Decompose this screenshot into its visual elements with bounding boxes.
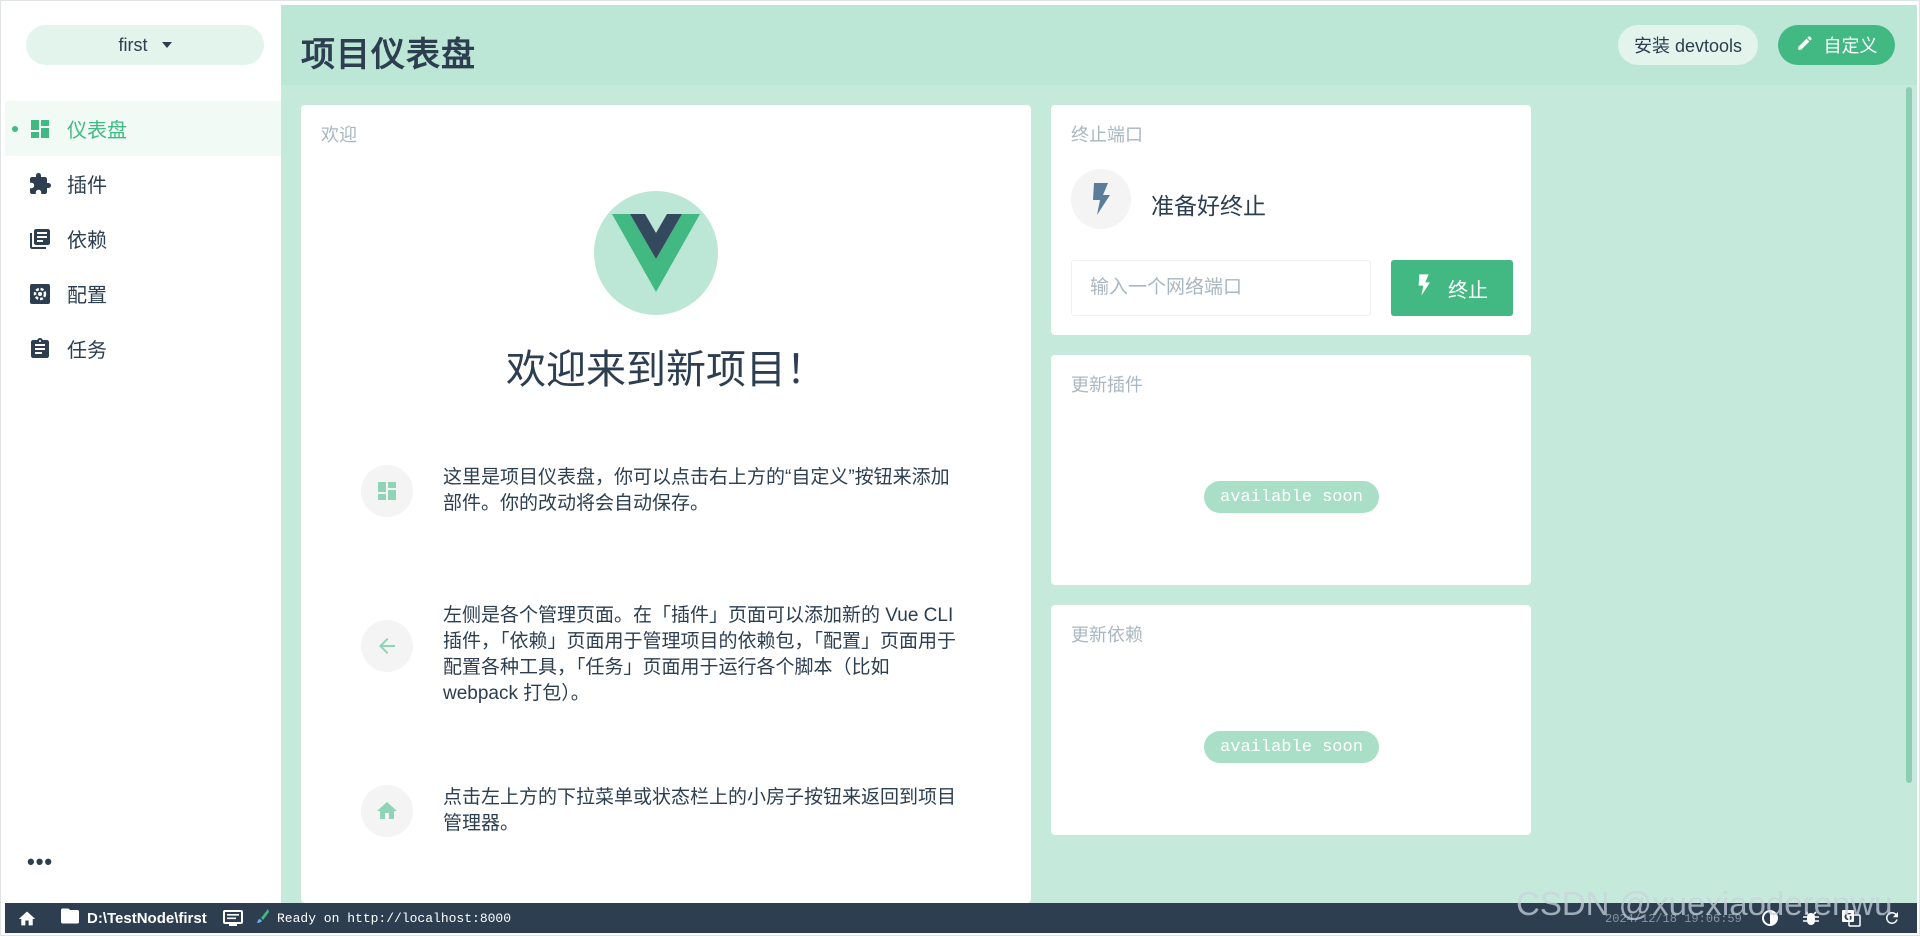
kill-button-label: 终止 (1448, 279, 1488, 302)
vue-logo (594, 191, 718, 315)
home-icon (361, 785, 413, 837)
scrollbar[interactable] (1906, 87, 1912, 783)
sidebar-item-label: 依赖 (67, 230, 107, 252)
available-soon-badge: available soon (1204, 481, 1379, 513)
kill-button[interactable]: 终止 (1391, 260, 1513, 316)
customize-button[interactable]: 自定义 (1778, 25, 1895, 65)
available-soon-badge: available soon (1204, 731, 1379, 763)
install-devtools-button[interactable]: 安装 devtools (1618, 25, 1758, 65)
active-indicator (12, 126, 18, 132)
settings-box-icon (27, 281, 53, 307)
more-menu-button[interactable]: ••• (27, 851, 53, 873)
puzzle-icon (27, 171, 53, 197)
sidebar-item-label: 插件 (67, 175, 107, 197)
project-name: first (118, 34, 148, 55)
console-icon[interactable] (223, 910, 243, 931)
flash-icon (1071, 169, 1131, 229)
folder-path: D:\TestNode\first (87, 909, 207, 927)
dashboard-icon (27, 116, 53, 142)
home-icon[interactable] (17, 909, 37, 932)
sidebar-nav: 仪表盘 插件 依赖 配置 任务 (5, 101, 281, 376)
sidebar-item-label: 任务 (67, 340, 107, 362)
sidebar-item-configuration[interactable]: 配置 (5, 266, 281, 321)
tip-item: 点击左上方的下拉菜单或状态栏上的小房子按钮来返回到项目管理器。 (361, 785, 961, 837)
kill-port-status: 准备好终止 (1151, 193, 1266, 219)
page-title: 项目仪表盘 (301, 36, 476, 74)
widget-title: 更新插件 (1071, 375, 1143, 395)
tip-item: 左侧是各个管理页面。在「插件」页面可以添加新的 Vue CLI 插件，「依赖」页… (361, 603, 961, 707)
sidebar-item-tasks[interactable]: 任务 (5, 321, 281, 376)
port-input[interactable] (1071, 260, 1371, 316)
brush-icon (257, 909, 269, 927)
server-status-text: Ready on http://localhost:8000 (277, 910, 512, 926)
customize-label: 自定义 (1823, 36, 1878, 56)
sidebar-item-dependencies[interactable]: 依赖 (5, 211, 281, 266)
widget-title: 更新依赖 (1071, 625, 1143, 645)
update-plugins-widget: 更新插件 available soon (1051, 355, 1531, 585)
sidebar-item-dashboard[interactable]: 仪表盘 (5, 101, 281, 156)
tip-text: 这里是项目仪表盘，你可以点击右上方的“自定义”按钮来添加部件。你的改动将会自动保… (443, 467, 950, 514)
sidebar-item-label: 配置 (67, 285, 107, 307)
arrow-left-icon (361, 620, 413, 672)
watermark: CSDN @xuexiaoderenwu (1516, 885, 1893, 922)
top-bar: 项目仪表盘 安装 devtools 自定义 (281, 5, 1917, 85)
tip-item: 这里是项目仪表盘，你可以点击右上方的“自定义”按钮来添加部件。你的改动将会自动保… (361, 465, 961, 517)
welcome-heading: 欢迎来到新项目！ (506, 348, 826, 392)
dashboard-icon (361, 465, 413, 517)
project-select[interactable]: first (26, 25, 264, 65)
tip-text: 左侧是各个管理页面。在「插件」页面可以添加新的 Vue CLI 插件，「依赖」页… (443, 605, 957, 704)
tip-text: 点击左上方的下拉菜单或状态栏上的小房子按钮来返回到项目管理器。 (443, 787, 957, 834)
widget-title: 终止端口 (1071, 125, 1143, 145)
flash-icon (1416, 273, 1432, 303)
library-books-icon (27, 226, 53, 252)
sidebar-item-label: 仪表盘 (67, 120, 127, 142)
sidebar: first 仪表盘 插件 依赖 配置 任务 ••• (5, 5, 281, 903)
update-dependencies-widget: 更新依赖 available soon (1051, 605, 1531, 835)
widget-title: 欢迎 (321, 125, 357, 145)
main-content: 项目仪表盘 安装 devtools 自定义 欢迎 欢迎来到新项目！ 这里是项目仪… (281, 5, 1917, 903)
clipboard-icon (27, 336, 53, 362)
project-folder[interactable]: D:\TestNode\first (61, 903, 207, 933)
pencil-icon (1796, 34, 1814, 57)
server-status: Ready on http://localhost:8000 (257, 903, 511, 933)
kill-port-widget: 终止端口 准备好终止 终止 (1051, 105, 1531, 335)
app-window: first 仪表盘 插件 依赖 配置 任务 ••• 项目仪表盘 安装 devto… (0, 0, 1920, 936)
chevron-down-icon (161, 42, 172, 48)
sidebar-item-plugins[interactable]: 插件 (5, 156, 281, 211)
folder-icon (61, 908, 79, 928)
welcome-widget: 欢迎 欢迎来到新项目！ 这里是项目仪表盘，你可以点击右上方的“自定义”按钮来添加… (301, 105, 1031, 903)
